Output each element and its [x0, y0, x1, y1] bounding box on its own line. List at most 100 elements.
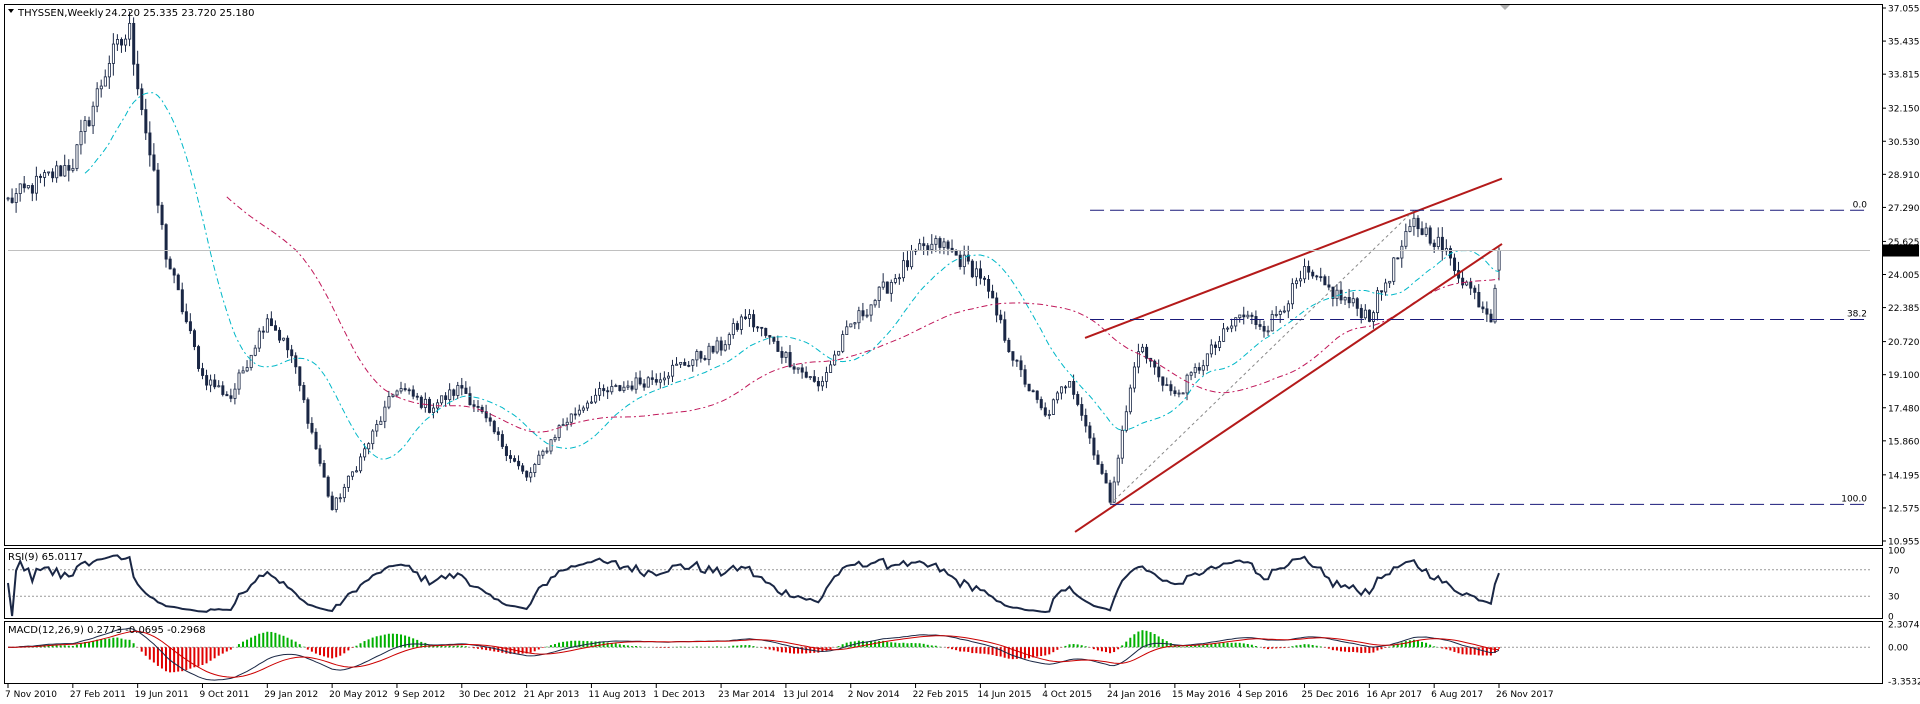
candle-body — [634, 377, 638, 390]
candle-body — [59, 165, 63, 177]
candle-body — [646, 377, 650, 388]
candle-body — [938, 238, 942, 248]
candle-body — [419, 396, 423, 408]
candle-body — [1286, 303, 1290, 312]
candle-body — [897, 277, 901, 280]
time-tick-label: 11 Aug 2013 — [588, 690, 646, 700]
candle-body — [249, 354, 253, 368]
candle-body — [103, 76, 107, 87]
candle-body — [820, 380, 824, 387]
candle-body — [1436, 236, 1440, 247]
candle-body — [1023, 369, 1027, 385]
candle-body — [727, 334, 731, 346]
candle-body — [1384, 282, 1388, 293]
candle-body — [47, 171, 51, 174]
candle-body — [87, 120, 91, 127]
candle-body — [865, 314, 869, 317]
candle-body — [500, 434, 504, 447]
candle-body — [1193, 367, 1197, 374]
candle-body — [816, 380, 820, 387]
candle-body — [492, 420, 496, 433]
candle-body — [1197, 367, 1201, 371]
candle-body — [1363, 309, 1367, 319]
candle-body — [107, 63, 111, 78]
time-tick-label: 7 Nov 2010 — [5, 690, 57, 700]
candle-body — [861, 310, 865, 317]
candle-body — [1072, 381, 1076, 395]
candle-body — [432, 407, 436, 413]
candle-body — [885, 281, 889, 294]
candle-body — [403, 388, 407, 391]
candle-body — [124, 38, 128, 46]
candle-body — [1068, 381, 1072, 388]
candle-body — [6, 197, 10, 200]
candle-body — [39, 175, 43, 178]
candle-body — [83, 120, 87, 132]
candle-body — [691, 359, 695, 366]
rsi-panel-frame — [4, 548, 1883, 619]
symbol-label: THYSSEN,Weekly — [17, 8, 104, 19]
candle-body — [1440, 236, 1444, 252]
candle-body — [760, 326, 764, 329]
candle-body — [488, 417, 492, 422]
candle-body — [1019, 360, 1023, 371]
time-tick-label: 4 Sep 2016 — [1237, 690, 1289, 700]
candle-body — [695, 351, 699, 361]
candle-body — [156, 169, 160, 206]
candle-body — [565, 421, 569, 426]
candle-body — [784, 352, 788, 358]
candle-body — [642, 383, 646, 388]
time-tick-label: 22 Feb 2015 — [913, 690, 969, 700]
candle-body — [359, 456, 363, 472]
candle-body — [837, 350, 841, 356]
candle-body — [1274, 313, 1278, 316]
candle-body — [229, 395, 233, 399]
candle-body — [1323, 276, 1327, 286]
candle-body — [667, 375, 671, 379]
candle-body — [407, 389, 411, 392]
candle-body — [1055, 392, 1059, 401]
candle-body — [363, 448, 367, 458]
candle-body — [496, 431, 500, 435]
time-tick-label: 14 Jun 2015 — [977, 690, 1031, 700]
candle-body — [662, 377, 666, 381]
candle-body — [1303, 266, 1307, 280]
trading-chart[interactable]: 0.0 38.2 100.0 37.055 35.435 33.815 32.150 30.… — [0, 0, 1920, 704]
candle-body — [1124, 411, 1128, 431]
candle-body — [265, 318, 269, 333]
candle-body — [974, 268, 978, 278]
time-tick-label: 9 Oct 2011 — [199, 690, 249, 700]
candle-body — [253, 347, 257, 356]
candle-body — [1343, 297, 1347, 301]
candle-body — [585, 402, 589, 409]
candle-body — [1258, 324, 1262, 327]
candle-body — [958, 254, 962, 268]
candle-body — [792, 366, 796, 370]
candle-body — [723, 344, 727, 351]
candle-body — [1254, 316, 1258, 325]
candle-body — [140, 88, 144, 110]
candle-body — [1497, 250, 1501, 271]
candle-body — [1060, 386, 1064, 394]
candle-body — [132, 22, 136, 65]
candle-body — [34, 175, 38, 194]
candle-body — [1181, 392, 1185, 395]
candle-body — [1189, 372, 1193, 376]
candle-body — [1201, 365, 1205, 371]
candle-body — [1485, 308, 1489, 315]
candle-body — [719, 340, 723, 351]
candle-body — [918, 243, 922, 251]
candle-body — [1270, 314, 1274, 332]
candle-body — [954, 250, 958, 256]
candle-body — [1011, 351, 1015, 361]
candle-body — [812, 376, 816, 382]
candle-body — [573, 413, 577, 416]
price-tick-label: 37.055 — [1888, 5, 1920, 15]
price-tick-label: 17.480 — [1888, 404, 1920, 414]
time-tick-label: 30 Dec 2012 — [459, 690, 516, 700]
price-tick-label: 24.005 — [1888, 271, 1920, 281]
candle-body — [128, 22, 132, 40]
candle-body — [468, 393, 472, 406]
candle-body — [1266, 330, 1270, 333]
fib-level-label: 0.0 — [1853, 200, 1868, 210]
